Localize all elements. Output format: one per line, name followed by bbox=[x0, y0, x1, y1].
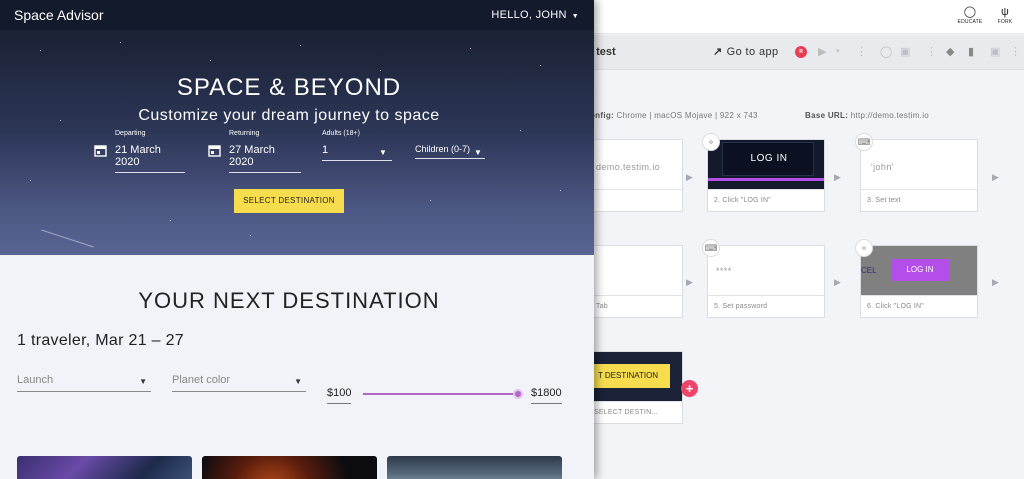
chevron-right-icon: ▶ bbox=[834, 172, 841, 182]
chevron-right-icon: ▶ bbox=[686, 277, 693, 287]
educate-label: EDUCATE bbox=[957, 19, 983, 25]
step-thumb-prefix: CEL bbox=[861, 266, 877, 275]
returning-date-input[interactable]: 27 March 2020 bbox=[229, 144, 301, 173]
calendar-icon[interactable] bbox=[208, 144, 221, 157]
step-caption: 2. Click "LOG IN" bbox=[714, 197, 771, 204]
highlight-bar bbox=[708, 178, 824, 181]
step-caption: 6. Click "LOG IN" bbox=[867, 303, 924, 310]
step-card-3[interactable]: 'john' 3. Set text bbox=[860, 139, 978, 212]
step-thumb-text: T DESTINATION bbox=[597, 371, 659, 380]
step-caption: Tab bbox=[596, 303, 608, 310]
step-thumb-text: **** bbox=[716, 266, 732, 276]
more-icon[interactable]: ⋮ bbox=[1010, 45, 1021, 59]
caret-down-icon: ▼ bbox=[571, 13, 579, 20]
chevron-right-icon: ▶ bbox=[686, 172, 693, 182]
step-thumbnail: CEL LOG IN bbox=[861, 246, 977, 296]
educate-button[interactable]: ◯ EDUCATE bbox=[955, 6, 985, 25]
step-card-6[interactable]: CEL LOG IN 6. Click "LOG IN" bbox=[860, 245, 978, 318]
caret-down-icon: ▼ bbox=[379, 148, 387, 157]
price-slider-handle[interactable] bbox=[513, 389, 523, 399]
departing-date-input[interactable]: 21 March 2020 bbox=[115, 144, 185, 173]
step-thumbnail: LOG IN bbox=[708, 140, 824, 190]
schedule-icon[interactable]: ◯ bbox=[880, 45, 892, 59]
more-icon[interactable]: ⋮ bbox=[856, 45, 867, 59]
fork-icon: ψ bbox=[1000, 6, 1010, 18]
step-thumbnail: **** bbox=[708, 246, 824, 296]
step-thumb-text: demo.testim.io bbox=[596, 162, 661, 172]
launch-placeholder: Launch bbox=[17, 374, 54, 386]
base-url-value[interactable]: http://demo.testim.io bbox=[851, 111, 929, 120]
step-thumb-button: T DESTINATION bbox=[586, 364, 670, 388]
caret-down-icon: ▼ bbox=[139, 377, 147, 386]
fork-label: FORK bbox=[997, 19, 1013, 25]
hero-section: SPACE & BEYOND Customize your dream jour… bbox=[0, 30, 594, 255]
delete-icon[interactable]: ▣ bbox=[990, 45, 1000, 59]
departing-label: Departing bbox=[115, 130, 146, 137]
caret-down-icon: ▼ bbox=[474, 148, 482, 157]
keyboard-icon: ⌨ bbox=[855, 133, 873, 151]
space-advisor-app: Space Advisor HELLO, JOHN ▼ SPACE & BEYON… bbox=[0, 0, 594, 479]
step-thumb-text: LOG IN bbox=[750, 153, 788, 164]
destination-card[interactable] bbox=[17, 456, 192, 479]
brand-logo[interactable]: Space Advisor bbox=[14, 7, 104, 23]
save-icon[interactable]: ▮ bbox=[968, 45, 974, 59]
price-max-input[interactable]: $1800 bbox=[531, 387, 562, 404]
adults-label: Adults (18+) bbox=[322, 130, 360, 137]
tag-icon[interactable]: ◆ bbox=[946, 45, 954, 59]
planet-color-select[interactable]: Planet color ▼ bbox=[172, 374, 306, 392]
select-destination-button[interactable]: SELECT DESTINATION bbox=[234, 189, 344, 213]
step-thumb-button: LOG IN bbox=[722, 142, 814, 176]
go-to-app-button[interactable]: ↗ Go to app bbox=[713, 45, 779, 58]
step-thumb-text: LOG IN bbox=[906, 265, 934, 274]
launch-select[interactable]: Launch ▼ bbox=[17, 374, 151, 392]
chevron-right-icon: ▶ bbox=[834, 277, 841, 287]
chevron-right-icon: ▶ bbox=[992, 277, 999, 287]
run-config: onfig: Chrome | macOS Mojave | 922 x 743 bbox=[590, 111, 758, 120]
step-thumb-text: 'john' bbox=[871, 162, 894, 172]
planet-color-placeholder: Planet color bbox=[172, 374, 231, 386]
step-card-2[interactable]: LOG IN 2. Click "LOG IN" bbox=[707, 139, 825, 212]
record-indicator[interactable]: R bbox=[795, 46, 807, 58]
add-step-button[interactable]: + bbox=[681, 380, 698, 397]
user-menu-label: HELLO, JOHN bbox=[491, 9, 567, 21]
play-icon[interactable]: ▶ bbox=[818, 45, 826, 59]
mouse-icon: ⚬ bbox=[702, 133, 720, 151]
step-caption: 3. Set text bbox=[867, 197, 901, 204]
arrow-up-right-icon: ↗ bbox=[713, 46, 723, 58]
keyboard-icon: ⌨ bbox=[702, 239, 720, 257]
config-value: Chrome | macOS Mojave | 922 x 743 bbox=[616, 111, 758, 120]
app-header: Space Advisor HELLO, JOHN ▼ bbox=[0, 0, 594, 30]
chevron-right-icon: ▶ bbox=[992, 172, 999, 182]
section-title: YOUR NEXT DESTINATION bbox=[138, 288, 440, 313]
destination-card[interactable] bbox=[202, 456, 377, 479]
step-caption: SELECT DESTIN... bbox=[594, 409, 658, 416]
travel-summary: 1 traveler, Mar 21 – 27 bbox=[17, 332, 184, 349]
user-menu[interactable]: HELLO, JOHN ▼ bbox=[491, 9, 579, 21]
step-thumbnail: 'john' bbox=[861, 140, 977, 190]
shooting-star bbox=[41, 229, 94, 248]
price-slider-track[interactable] bbox=[363, 393, 518, 395]
step-caption: 5. Set password bbox=[714, 303, 768, 310]
play-dropdown-icon[interactable]: ▾ bbox=[836, 45, 840, 59]
calendar-icon[interactable] bbox=[94, 144, 107, 157]
lightbulb-icon: ◯ bbox=[963, 6, 977, 18]
fork-button[interactable]: ψ FORK bbox=[990, 6, 1020, 25]
step-thumb-button: LOG IN bbox=[891, 259, 949, 281]
base-url-label: Base URL: bbox=[805, 111, 849, 120]
step-card-5[interactable]: **** 5. Set password bbox=[707, 245, 825, 318]
go-to-app-label: Go to app bbox=[726, 46, 779, 58]
more-icon[interactable]: ⋮ bbox=[926, 45, 937, 59]
caret-down-icon: ▼ bbox=[294, 377, 302, 386]
returning-label: Returning bbox=[229, 130, 260, 137]
hero-title: SPACE & BEYOND bbox=[176, 74, 402, 101]
hero-subtitle: Customize your dream journey to space bbox=[138, 107, 440, 124]
mouse-icon: ⚬ bbox=[855, 239, 873, 257]
lock-icon[interactable]: ▣ bbox=[900, 45, 910, 59]
price-min-input[interactable]: $100 bbox=[327, 387, 352, 404]
destination-card[interactable] bbox=[387, 456, 562, 479]
base-url: Base URL: http://demo.testim.io bbox=[805, 111, 929, 120]
